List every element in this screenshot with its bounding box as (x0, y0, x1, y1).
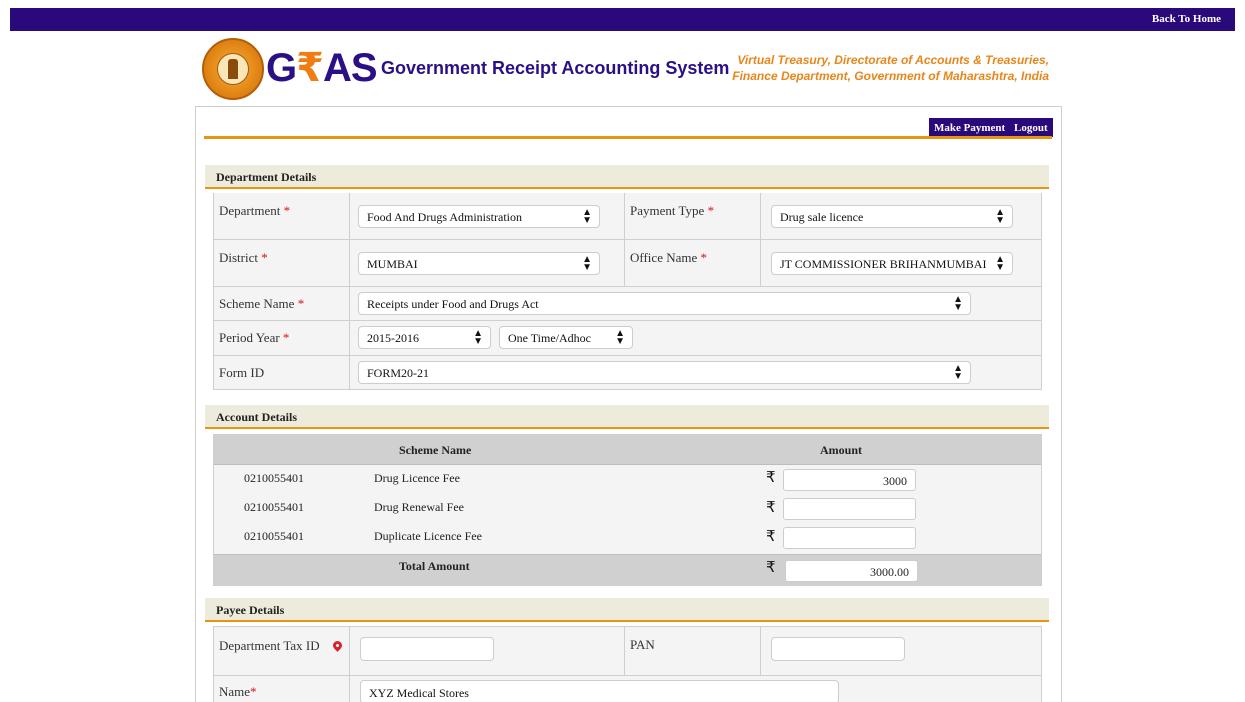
account-code: 0210055401 (244, 500, 304, 514)
form-id-label: Form ID (219, 365, 265, 380)
scheme-name-label: Scheme Name (219, 296, 295, 311)
scheme-name-column-header: Scheme Name (399, 443, 472, 457)
payment-form-panel: Make Payment Logout Department Details D… (195, 106, 1062, 702)
select-arrows-icon: ▲ ▼ (582, 207, 592, 226)
period-year-select-value: 2015-2016 (367, 331, 419, 345)
name-label: Name (219, 684, 251, 699)
payee-details-grid: Department Tax ID PAN Name* XYZ Medical … (213, 626, 1042, 702)
office-name-select-value: JT COMMISSIONER BRIHANMUMBAI (780, 257, 987, 271)
required-mark: * (261, 250, 268, 265)
office-name-label: Office Name (630, 250, 698, 265)
amount-column-header: Amount (820, 443, 863, 457)
select-arrows-icon: ▲ ▼ (995, 254, 1005, 273)
department-tax-id-label: Department Tax ID (219, 638, 320, 653)
district-row: District * MUMBAI ▲ ▼ Office Name * JT COM… (214, 240, 1041, 287)
pan-label: PAN (630, 637, 655, 652)
department-details-header: Department Details (205, 165, 1049, 189)
rupee-icon: ₹ (766, 558, 776, 576)
select-arrows-icon: ▲ ▼ (615, 328, 625, 347)
account-details-header: Account Details (205, 405, 1049, 429)
amount-input[interactable] (783, 498, 916, 520)
select-arrows-icon: ▲ ▼ (473, 328, 483, 347)
district-select[interactable]: MUMBAI ▲ ▼ (358, 252, 600, 275)
grass-logo-text: G₹AS (266, 46, 378, 90)
required-mark: * (297, 296, 305, 311)
amount-input[interactable]: 3000 (783, 469, 916, 491)
organisation-info: Virtual Treasury, Directorate of Account… (732, 52, 1049, 84)
section-title: Account Details (216, 410, 297, 424)
required-mark: * (282, 330, 290, 345)
logo-letter-g: G (266, 46, 297, 90)
period-year-select[interactable]: 2015-2016 ▲ ▼ (358, 326, 491, 349)
rupee-icon: ₹ (766, 498, 776, 516)
office-name-select[interactable]: JT COMMISSIONER BRIHANMUMBAI ▲ ▼ (771, 252, 1013, 275)
scheme-name-select[interactable]: Receipts under Food and Drugs Act ▲ ▼ (358, 292, 971, 315)
org-line-2: Finance Department, Government of Mahara… (732, 69, 1049, 83)
location-pin-icon (331, 639, 344, 652)
total-amount-row: Total Amount ₹ 3000.00 (214, 554, 1041, 585)
payment-type-select-value: Drug sale licence (780, 210, 864, 224)
rupee-icon: ₹ (766, 468, 776, 486)
top-nav-bar: Back To Home (10, 8, 1235, 31)
required-mark: * (700, 250, 708, 265)
required-mark: * (250, 684, 257, 699)
department-details-grid: Department * Food And Drugs Administrati… (213, 193, 1042, 390)
select-arrows-icon: ▲ ▼ (995, 207, 1005, 226)
logo-letters-as: AS (322, 46, 378, 90)
scheme-name-select-value: Receipts under Food and Drugs Act (367, 297, 539, 311)
account-code: 0210055401 (244, 471, 304, 485)
form-id-select-value: FORM20-21 (367, 366, 430, 380)
select-arrows-icon: ▲ ▼ (953, 363, 963, 382)
payment-type-label: Payment Type (630, 203, 705, 218)
form-id-row: Form ID FORM20-21 ▲ ▼ (214, 356, 1041, 390)
period-type-select-value: One Time/Adhoc (508, 331, 592, 345)
account-scheme-name: Drug Renewal Fee (374, 500, 464, 514)
logo-rupee-glyph: ₹ (296, 46, 324, 90)
account-scheme-name: Duplicate Licence Fee (374, 529, 482, 543)
account-row: 0210055401 Drug Renewal Fee ₹ (214, 495, 1041, 523)
section-title: Payee Details (216, 603, 285, 617)
total-amount-field: 3000.00 (785, 560, 918, 582)
header-divider (204, 136, 1052, 139)
payment-type-select[interactable]: Drug sale licence ▲ ▼ (771, 205, 1013, 228)
tax-id-row: Department Tax ID PAN (214, 627, 1041, 676)
period-year-label: Period Year (219, 330, 280, 345)
payee-name-input[interactable]: XYZ Medical Stores (360, 680, 839, 702)
department-select[interactable]: Food And Drugs Administration ▲ ▼ (358, 205, 600, 228)
required-mark: * (283, 203, 291, 218)
make-payment-button[interactable]: Make Payment (929, 118, 1011, 137)
account-table-header: Scheme Name Amount (214, 435, 1041, 465)
total-amount-label: Total Amount (399, 559, 470, 573)
account-scheme-name: Drug Licence Fee (374, 471, 460, 485)
department-label: Department (219, 203, 281, 218)
required-mark: * (707, 203, 715, 218)
district-select-value: MUMBAI (367, 257, 418, 271)
app-subtitle: Government Receipt Accounting System (381, 58, 730, 78)
form-id-select[interactable]: FORM20-21 ▲ ▼ (358, 361, 971, 384)
account-code: 0210055401 (244, 529, 304, 543)
period-type-select[interactable]: One Time/Adhoc ▲ ▼ (499, 326, 633, 349)
pan-input[interactable] (771, 637, 905, 661)
amount-input[interactable] (783, 527, 916, 549)
section-title: Department Details (216, 170, 317, 184)
maharashtra-emblem-logo (202, 38, 264, 100)
name-row: Name* XYZ Medical Stores (214, 676, 1041, 702)
back-to-home-link[interactable]: Back To Home (1152, 13, 1221, 25)
select-arrows-icon: ▲ ▼ (582, 254, 592, 273)
logout-button[interactable]: Logout (1009, 118, 1053, 137)
department-row: Department * Food And Drugs Administrati… (214, 193, 1041, 240)
scheme-row: Scheme Name * Receipts under Food and Dr… (214, 287, 1041, 321)
account-row: 0210055401 Drug Licence Fee ₹ 3000 (214, 466, 1041, 494)
payee-details-header: Payee Details (205, 598, 1049, 622)
district-label: District (219, 250, 258, 265)
rupee-icon: ₹ (766, 527, 776, 545)
select-arrows-icon: ▲ ▼ (953, 294, 963, 313)
account-row: 0210055401 Duplicate Licence Fee ₹ (214, 524, 1041, 552)
org-line-1: Virtual Treasury, Directorate of Account… (737, 53, 1049, 67)
department-tax-id-input[interactable] (360, 637, 494, 661)
department-select-value: Food And Drugs Administration (367, 210, 523, 224)
period-year-row: Period Year * 2015-2016 ▲ ▼ One Time/Adhoc… (214, 321, 1041, 356)
account-details-table: Scheme Name Amount 0210055401 Drug Licen… (213, 434, 1042, 586)
